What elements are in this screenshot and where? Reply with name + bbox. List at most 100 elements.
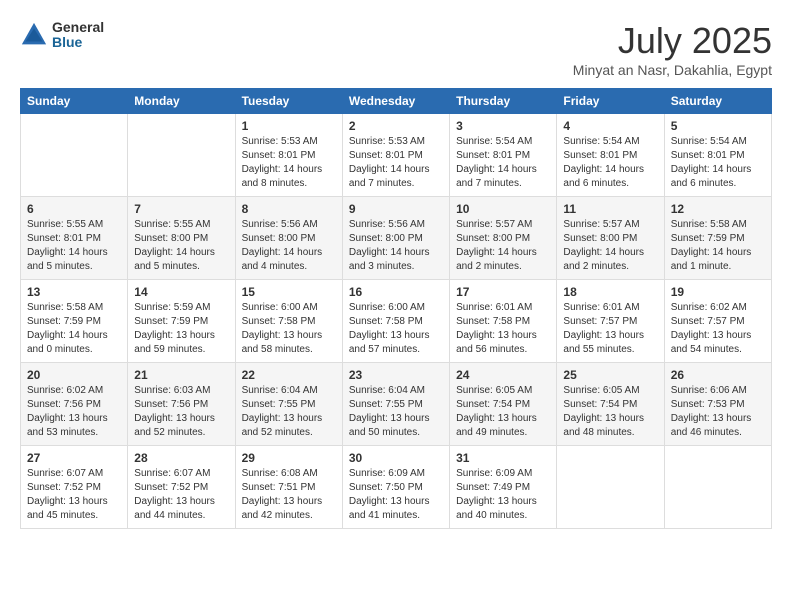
calendar-cell: 11Sunrise: 5:57 AM Sunset: 8:00 PM Dayli…: [557, 197, 664, 280]
calendar-cell: 6 Sunrise: 5:55 AM Sunset: 8:01 PM Daylig…: [21, 197, 128, 280]
calendar-cell: 14 Sunrise: 5:59 AM Sunset: 7:59 PM Dayli…: [128, 280, 235, 363]
calendar-cell: 18 Sunrise: 6:01 AM Sunset: 7:57 PM Dayli…: [557, 280, 664, 363]
page-header: General Blue July 2025 Minyat an Nasr, D…: [20, 20, 772, 78]
day-info: Sunrise: 6:07 AM Sunset: 7:52 PM Dayligh…: [27, 467, 121, 523]
calendar-cell: 4 Sunrise: 5:54 AM Sunset: 8:01 PM Daylig…: [557, 114, 664, 197]
calendar-cell: 7Sunrise: 5:55 AM Sunset: 8:00 PM Daylig…: [128, 197, 235, 280]
calendar-week-0: 1 Sunrise: 5:53 AM Sunset: 8:01 PM Daylig…: [21, 114, 772, 197]
day-header-thursday: Thursday: [450, 89, 557, 114]
calendar-cell: 2 Sunrise: 5:53 AM Sunset: 8:01 PM Daylig…: [342, 114, 449, 197]
day-number: 15: [242, 285, 336, 299]
day-number: 24: [456, 368, 550, 382]
logo: General Blue: [20, 20, 104, 51]
calendar-cell: [128, 114, 235, 197]
calendar-cell: [21, 114, 128, 197]
calendar-cell: 21 Sunrise: 6:03 AM Sunset: 7:56 PM Dayli…: [128, 363, 235, 446]
day-number: 27: [27, 451, 121, 465]
day-header-sunday: Sunday: [21, 89, 128, 114]
calendar-cell: 15 Sunrise: 6:00 AM Sunset: 7:58 PM Dayli…: [235, 280, 342, 363]
calendar-cell: 25 Sunrise: 6:05 AM Sunset: 7:54 PM Dayli…: [557, 363, 664, 446]
calendar-table: SundayMondayTuesdayWednesdayThursdayFrid…: [20, 88, 772, 529]
calendar-week-4: 27 Sunrise: 6:07 AM Sunset: 7:52 PM Dayli…: [21, 446, 772, 529]
day-info: Sunrise: 5:58 AM Sunset: 7:59 PM Dayligh…: [671, 218, 765, 274]
calendar-cell: 30 Sunrise: 6:09 AM Sunset: 7:50 PM Dayli…: [342, 446, 449, 529]
calendar-cell: 24 Sunrise: 6:05 AM Sunset: 7:54 PM Dayli…: [450, 363, 557, 446]
day-number: 3: [456, 119, 550, 133]
day-number: 31: [456, 451, 550, 465]
calendar-cell: 22 Sunrise: 6:04 AM Sunset: 7:55 PM Dayli…: [235, 363, 342, 446]
day-number: 5: [671, 119, 765, 133]
calendar-cell: 29Sunrise: 6:08 AM Sunset: 7:51 PM Dayli…: [235, 446, 342, 529]
day-info: Sunrise: 6:05 AM Sunset: 7:54 PM Dayligh…: [563, 384, 657, 440]
calendar-cell: 13 Sunrise: 5:58 AM Sunset: 7:59 PM Dayli…: [21, 280, 128, 363]
calendar-header-row: SundayMondayTuesdayWednesdayThursdayFrid…: [21, 89, 772, 114]
day-number: 20: [27, 368, 121, 382]
day-info: Sunrise: 6:01 AM Sunset: 7:58 PM Dayligh…: [456, 301, 550, 357]
day-number: 6: [27, 202, 121, 216]
day-number: 1: [242, 119, 336, 133]
day-info: Sunrise: 6:00 AM Sunset: 7:58 PM Dayligh…: [242, 301, 336, 357]
day-number: 13: [27, 285, 121, 299]
day-header-tuesday: Tuesday: [235, 89, 342, 114]
day-info: Sunrise: 6:09 AM Sunset: 7:50 PM Dayligh…: [349, 467, 443, 523]
day-info: Sunrise: 5:58 AM Sunset: 7:59 PM Dayligh…: [27, 301, 121, 357]
day-header-saturday: Saturday: [664, 89, 771, 114]
day-info: Sunrise: 6:01 AM Sunset: 7:57 PM Dayligh…: [563, 301, 657, 357]
calendar-week-2: 13 Sunrise: 5:58 AM Sunset: 7:59 PM Dayli…: [21, 280, 772, 363]
day-info: Sunrise: 5:59 AM Sunset: 7:59 PM Dayligh…: [134, 301, 228, 357]
day-info: Sunrise: 6:00 AM Sunset: 7:58 PM Dayligh…: [349, 301, 443, 357]
calendar-cell: 27 Sunrise: 6:07 AM Sunset: 7:52 PM Dayli…: [21, 446, 128, 529]
day-info: Sunrise: 6:07 AM Sunset: 7:52 PM Dayligh…: [134, 467, 228, 523]
calendar-cell: 28Sunrise: 6:07 AM Sunset: 7:52 PM Dayli…: [128, 446, 235, 529]
day-number: 21: [134, 368, 228, 382]
day-info: Sunrise: 6:03 AM Sunset: 7:56 PM Dayligh…: [134, 384, 228, 440]
calendar-cell: [557, 446, 664, 529]
day-number: 9: [349, 202, 443, 216]
calendar-cell: 31 Sunrise: 6:09 AM Sunset: 7:49 PM Dayli…: [450, 446, 557, 529]
month-title: July 2025: [573, 20, 772, 62]
calendar-cell: 1 Sunrise: 5:53 AM Sunset: 8:01 PM Daylig…: [235, 114, 342, 197]
day-info: Sunrise: 6:04 AM Sunset: 7:55 PM Dayligh…: [242, 384, 336, 440]
location-text: Minyat an Nasr, Dakahlia, Egypt: [573, 62, 772, 78]
calendar-cell: 26 Sunrise: 6:06 AM Sunset: 7:53 PM Dayli…: [664, 363, 771, 446]
day-number: 23: [349, 368, 443, 382]
day-info: Sunrise: 5:54 AM Sunset: 8:01 PM Dayligh…: [563, 135, 657, 191]
day-info: Sunrise: 6:05 AM Sunset: 7:54 PM Dayligh…: [456, 384, 550, 440]
day-info: Sunrise: 5:56 AM Sunset: 8:00 PM Dayligh…: [349, 218, 443, 274]
day-number: 2: [349, 119, 443, 133]
day-info: Sunrise: 5:55 AM Sunset: 8:01 PM Dayligh…: [27, 218, 121, 274]
day-number: 17: [456, 285, 550, 299]
day-number: 19: [671, 285, 765, 299]
day-number: 26: [671, 368, 765, 382]
calendar-cell: 5 Sunrise: 5:54 AM Sunset: 8:01 PM Daylig…: [664, 114, 771, 197]
calendar-cell: 19Sunrise: 6:02 AM Sunset: 7:57 PM Dayli…: [664, 280, 771, 363]
day-number: 25: [563, 368, 657, 382]
day-number: 18: [563, 285, 657, 299]
day-info: Sunrise: 5:55 AM Sunset: 8:00 PM Dayligh…: [134, 218, 228, 274]
day-info: Sunrise: 6:02 AM Sunset: 7:56 PM Dayligh…: [27, 384, 121, 440]
day-info: Sunrise: 6:09 AM Sunset: 7:49 PM Dayligh…: [456, 467, 550, 523]
calendar-cell: 8Sunrise: 5:56 AM Sunset: 8:00 PM Daylig…: [235, 197, 342, 280]
day-number: 30: [349, 451, 443, 465]
day-number: 10: [456, 202, 550, 216]
calendar-cell: 12Sunrise: 5:58 AM Sunset: 7:59 PM Dayli…: [664, 197, 771, 280]
day-info: Sunrise: 6:06 AM Sunset: 7:53 PM Dayligh…: [671, 384, 765, 440]
day-info: Sunrise: 6:08 AM Sunset: 7:51 PM Dayligh…: [242, 467, 336, 523]
day-info: Sunrise: 6:04 AM Sunset: 7:55 PM Dayligh…: [349, 384, 443, 440]
day-header-friday: Friday: [557, 89, 664, 114]
calendar-cell: [664, 446, 771, 529]
day-info: Sunrise: 5:53 AM Sunset: 8:01 PM Dayligh…: [349, 135, 443, 191]
day-number: 4: [563, 119, 657, 133]
day-header-monday: Monday: [128, 89, 235, 114]
day-number: 22: [242, 368, 336, 382]
day-number: 16: [349, 285, 443, 299]
day-number: 11: [563, 202, 657, 216]
calendar-cell: 10 Sunrise: 5:57 AM Sunset: 8:00 PM Dayli…: [450, 197, 557, 280]
day-info: Sunrise: 5:53 AM Sunset: 8:01 PM Dayligh…: [242, 135, 336, 191]
day-number: 8: [242, 202, 336, 216]
day-info: Sunrise: 5:57 AM Sunset: 8:00 PM Dayligh…: [456, 218, 550, 274]
day-info: Sunrise: 5:54 AM Sunset: 8:01 PM Dayligh…: [456, 135, 550, 191]
calendar-cell: 9 Sunrise: 5:56 AM Sunset: 8:00 PM Daylig…: [342, 197, 449, 280]
day-number: 14: [134, 285, 228, 299]
day-info: Sunrise: 5:54 AM Sunset: 8:01 PM Dayligh…: [671, 135, 765, 191]
